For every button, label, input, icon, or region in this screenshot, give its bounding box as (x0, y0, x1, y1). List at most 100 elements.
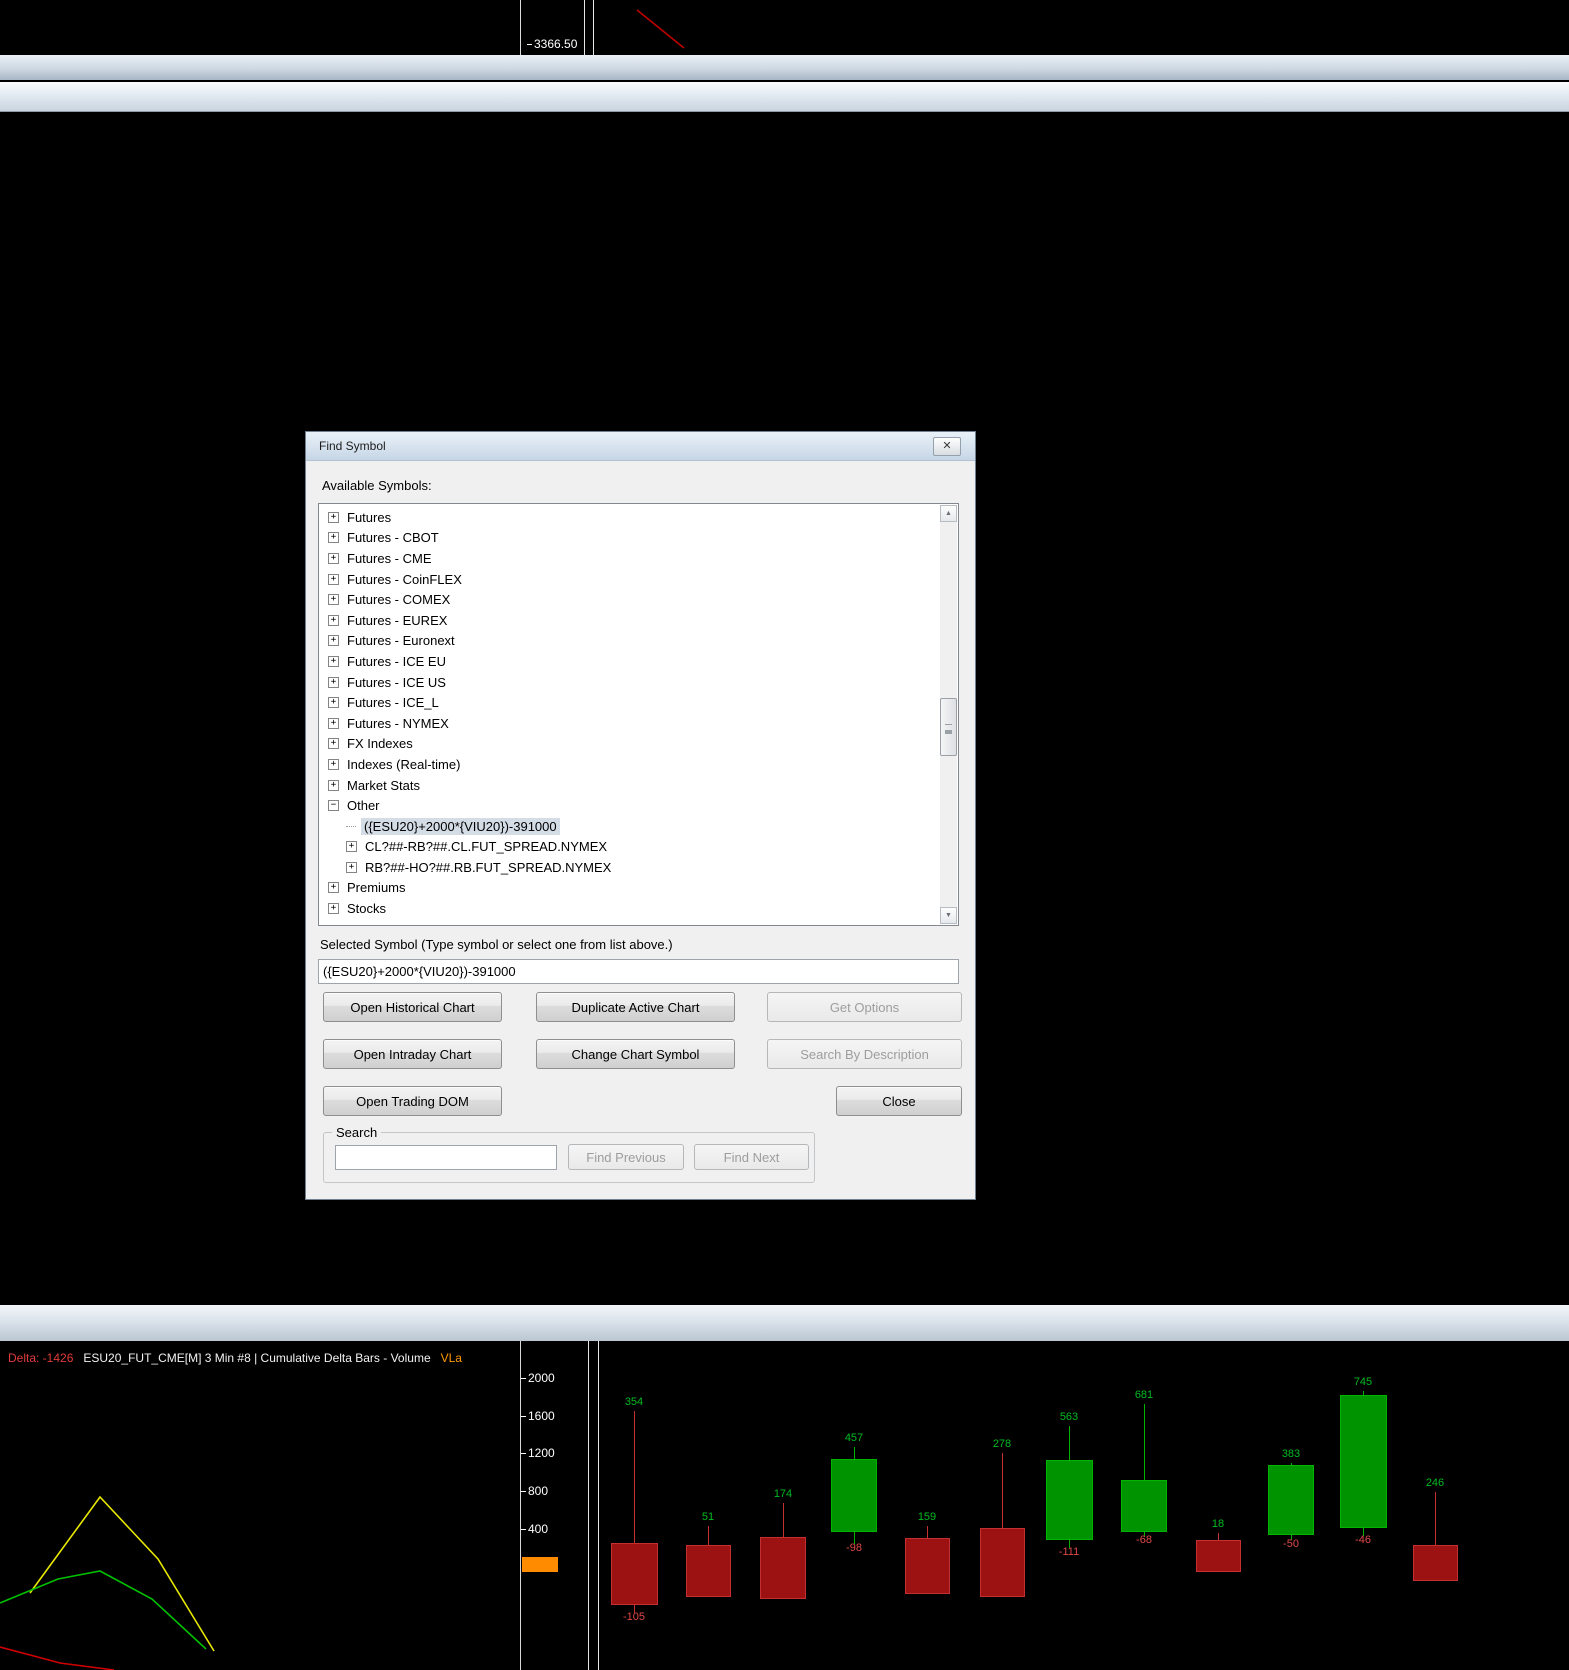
tree-item[interactable]: + Futures - ICE US (323, 672, 940, 693)
expand-icon[interactable]: + (328, 614, 339, 626)
window-splitter[interactable] (588, 1341, 599, 1670)
delta-bar (980, 1528, 1025, 1597)
tree-item-label: Futures - EUREX (347, 612, 448, 628)
expand-icon[interactable]: + (328, 738, 339, 750)
expand-icon[interactable]: + (328, 758, 339, 770)
tree-item-label: Futures - CoinFLEX (347, 571, 462, 587)
expand-icon[interactable]: + (328, 697, 339, 709)
delta-bar-wick (708, 1526, 709, 1545)
tree-item[interactable]: + Premiums (323, 878, 940, 899)
tree-item[interactable]: + FX Indexes (323, 734, 940, 755)
delta-bar (1268, 1465, 1314, 1535)
symbol-tree: + Futures + Futures - CBOT + Futures - CME + Fu… (319, 504, 940, 925)
expand-icon[interactable]: + (328, 573, 339, 585)
collapse-icon[interactable]: − (328, 800, 339, 812)
search-groupbox: Search Find Previous Find Next (323, 1125, 815, 1183)
tree-item[interactable]: + CL?##-RB?##.CL.FUT_SPREAD.NYMEX (323, 837, 940, 858)
delta-bar (905, 1538, 950, 1594)
min-delta-label: -105 (622, 1611, 646, 1623)
expand-icon[interactable]: + (328, 676, 339, 688)
expand-icon[interactable]: + (328, 903, 339, 915)
available-symbols-label: Available Symbols: (322, 478, 432, 493)
tree-item[interactable]: − Other (323, 795, 940, 816)
expand-icon[interactable]: + (328, 635, 339, 647)
dialog-titlebar[interactable]: Find Symbol ✕ (306, 432, 975, 461)
min-delta-label: -46 (1355, 1534, 1371, 1546)
tree-item[interactable]: + Futures (323, 507, 940, 528)
tree-item-label: Premiums (347, 880, 406, 896)
window-splitter[interactable] (584, 0, 594, 55)
tree-item[interactable]: + Indexes (Real-time) (323, 754, 940, 775)
symbol-listbox[interactable]: + Futures + Futures - CBOT + Futures - CME + Fu… (318, 503, 959, 926)
tree-item-label: Futures - Euronext (347, 633, 455, 649)
tree-item-label: ({ESU20}+2000*{VIU20})-391000 (361, 817, 560, 835)
expand-icon[interactable]: + (328, 779, 339, 791)
max-delta-label: 159 (917, 1511, 937, 1523)
tree-item[interactable]: + Futures - NYMEX (323, 713, 940, 734)
expand-icon[interactable]: + (328, 532, 339, 544)
tree-item[interactable]: + Futures - COMEX (323, 589, 940, 610)
duplicate-active-chart-button[interactable]: Duplicate Active Chart (536, 992, 735, 1022)
max-delta-label: 174 (773, 1488, 793, 1500)
tree-item[interactable]: + RB?##-HO?##.RB.FUT_SPREAD.NYMEX (323, 857, 940, 878)
tree-item[interactable]: ({ESU20}+2000*{VIU20})-391000 (323, 816, 940, 837)
tree-item[interactable]: + Futures - EUREX (323, 610, 940, 631)
window-chrome-bar (0, 55, 1569, 80)
find-next-button[interactable]: Find Next (694, 1144, 809, 1170)
tree-item[interactable]: + Futures - CME (323, 548, 940, 569)
expand-icon[interactable]: + (346, 841, 357, 853)
tree-item-label: CL?##-RB?##.CL.FUT_SPREAD.NYMEX (365, 839, 608, 855)
expand-icon[interactable]: + (346, 861, 357, 873)
listbox-scrollbar[interactable]: ▲ ▼ (940, 505, 957, 924)
get-options-button[interactable]: Get Options (767, 992, 962, 1022)
top-chart-strip: 3366.50 (0, 0, 1569, 55)
top-right-chart-pane (636, 9, 685, 49)
expand-icon[interactable]: + (328, 655, 339, 667)
close-icon[interactable]: ✕ (933, 437, 961, 456)
delta-bar (686, 1545, 731, 1597)
axis-label: 800 (521, 1484, 548, 1498)
scroll-down-icon[interactable]: ▼ (940, 907, 957, 924)
tree-item-label: Stocks (347, 901, 387, 917)
open-trading-dom-button[interactable]: Open Trading DOM (323, 1086, 502, 1116)
tree-item[interactable]: + Stocks (323, 898, 940, 919)
tree-connector (346, 825, 356, 827)
expand-icon[interactable]: + (328, 594, 339, 606)
expand-icon[interactable]: + (328, 882, 339, 894)
axis-tick (527, 44, 532, 46)
chart-status-row: Delta: -1426 ESU20_FUT_CME[M] 3 Min #8 | … (8, 1351, 462, 1365)
tree-item[interactable]: + Futures - ICE_L (323, 692, 940, 713)
last-value-marker (522, 1557, 558, 1572)
tree-item[interactable]: + Market Stats (323, 775, 940, 796)
delta-bar (611, 1543, 658, 1605)
max-delta-label: 681 (1134, 1389, 1154, 1401)
close-button[interactable]: Close (836, 1086, 962, 1116)
find-previous-button[interactable]: Find Previous (568, 1144, 684, 1170)
scrollbar-thumb[interactable] (940, 698, 957, 756)
search-by-description-button[interactable]: Search By Description (767, 1039, 962, 1069)
tree-item-label: RB?##-HO?##.RB.FUT_SPREAD.NYMEX (365, 859, 612, 875)
expand-icon[interactable]: + (328, 552, 339, 564)
delta-bar-wick (783, 1503, 784, 1537)
delta-bars-pane: 354 -105 51 174 457 -98 159 278 563 -111 681 -68 18 3… (600, 1341, 1569, 1670)
expand-icon[interactable]: + (328, 717, 339, 729)
delta-bar-wick (927, 1526, 928, 1538)
open-intraday-chart-button[interactable]: Open Intraday Chart (323, 1039, 502, 1069)
symbol-input[interactable] (318, 959, 959, 984)
tree-item[interactable]: + Futures - ICE EU (323, 651, 940, 672)
tree-item[interactable]: + Futures - CBOT (323, 528, 940, 549)
tree-item-label: Futures - ICE US (347, 674, 446, 690)
open-historical-chart-button[interactable]: Open Historical Chart (323, 992, 502, 1022)
axis-label: 2000 (521, 1371, 555, 1385)
tree-item[interactable]: + Futures - Euronext (323, 631, 940, 652)
tree-item-label: Futures - CBOT (347, 530, 439, 546)
expand-icon[interactable]: + (328, 511, 339, 523)
find-symbol-dialog: Find Symbol ✕ Available Symbols: + Future… (305, 431, 976, 1200)
cumulative-delta-line-pane: Delta: -1426 ESU20_FUT_CME[M] 3 Min #8 | … (0, 1341, 520, 1670)
bottom-chart-region: Delta: -1426 ESU20_FUT_CME[M] 3 Min #8 | … (0, 1341, 1569, 1670)
search-input[interactable] (335, 1145, 557, 1170)
scroll-up-icon[interactable]: ▲ (940, 505, 957, 522)
tree-item[interactable]: + Futures - CoinFLEX (323, 569, 940, 590)
change-chart-symbol-button[interactable]: Change Chart Symbol (536, 1039, 735, 1069)
price-axis-line (520, 0, 521, 55)
